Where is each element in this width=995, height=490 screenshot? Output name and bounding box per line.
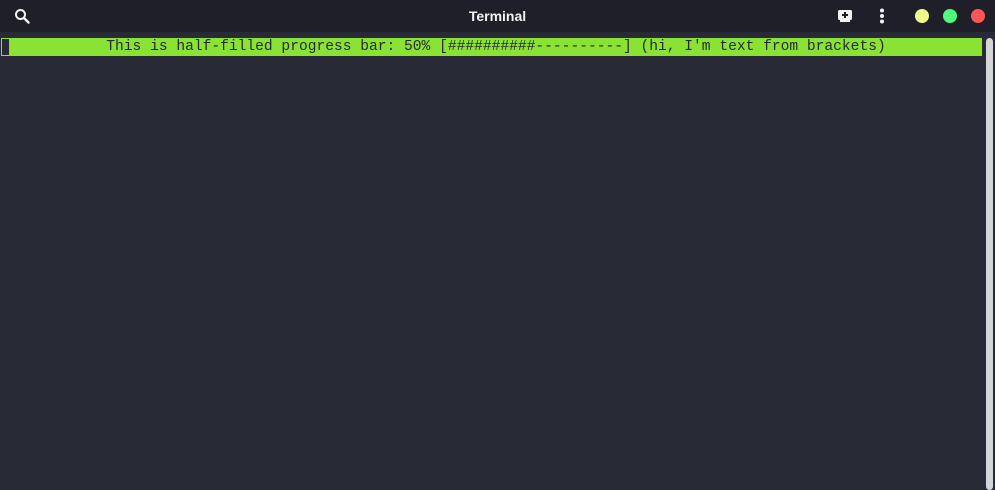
terminal-area[interactable]: This is half-filled progress bar: 50% [#…	[0, 32, 984, 490]
progress-line: This is half-filled progress bar: 50% [#…	[1, 38, 982, 56]
terminal-window: Terminal This is half-filled progress ba…	[0, 0, 995, 490]
minimize-button[interactable]	[915, 9, 929, 23]
progress-bar-text: This is half-filled progress bar: 50% [#…	[10, 38, 982, 56]
menu-button[interactable]	[870, 0, 894, 32]
search-button[interactable]	[8, 0, 36, 32]
scroll-thumb[interactable]	[986, 38, 993, 490]
new-tab-button[interactable]	[832, 0, 858, 32]
maximize-button[interactable]	[943, 9, 957, 23]
title-bar: Terminal	[0, 0, 995, 32]
kebab-menu-icon	[880, 8, 884, 24]
cursor	[1, 38, 10, 56]
scrollbar[interactable]	[986, 38, 993, 490]
close-button[interactable]	[971, 9, 985, 23]
new-tab-icon	[838, 10, 852, 22]
search-icon	[15, 9, 30, 24]
